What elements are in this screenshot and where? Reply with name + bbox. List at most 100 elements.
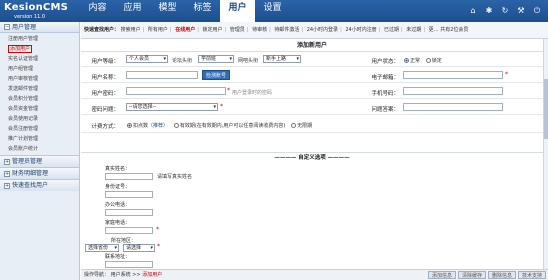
add-info-button[interactable]: 添加信息 <box>427 271 456 279</box>
realname-input[interactable] <box>105 173 153 180</box>
net-title-select[interactable]: 新手上路 <box>263 55 301 63</box>
footer-path[interactable]: 用户系统 <box>111 272 131 278</box>
scrollbar-thumb[interactable] <box>544 79 548 139</box>
sidebar-item[interactable]: 实名认证管理 <box>0 54 79 64</box>
app-name: KesionCMS <box>4 2 69 13</box>
status-normal-radio[interactable] <box>404 58 409 63</box>
subnav-item[interactable]: 待邮件激活 <box>274 27 299 33</box>
wrench-icon[interactable]: ⚒ <box>516 6 526 16</box>
tab-tags[interactable]: 标签 <box>185 0 220 22</box>
billing-points-end: ） <box>163 123 169 129</box>
subnav-item[interactable]: 更… <box>429 27 439 33</box>
city-select[interactable]: 请选择 <box>123 244 155 252</box>
billing-unlimited-radio[interactable] <box>291 123 297 128</box>
sidebar-item[interactable]: 推广计划管理 <box>0 134 79 144</box>
billing-period-radio[interactable] <box>173 123 179 128</box>
tab-models[interactable]: 模型 <box>150 0 185 22</box>
password-input[interactable] <box>126 87 226 95</box>
sidebar-item[interactable]: 会员使用记录 <box>0 114 79 124</box>
required-mark: * <box>227 87 230 94</box>
add-user-form: 添加新用户 用户等级： 个人会员 论坛头衔 学前班 网吧头衔 新手上路 用户状态… <box>81 39 543 269</box>
clear-cache-button[interactable]: 清除缓存 <box>457 271 486 279</box>
subnav-item[interactable]: 管理员 <box>230 27 245 33</box>
home-icon[interactable]: ⌂ <box>468 6 478 16</box>
row-username: 用户名称： 检测账号 电子邮箱： * <box>81 68 543 83</box>
logo: KesionCMS version 11.0 <box>4 2 68 20</box>
sidebar-item[interactable]: 注册用户管理 <box>0 34 79 44</box>
collapse-icon: − <box>4 24 10 30</box>
subnav-item[interactable]: 待审核 <box>252 27 267 33</box>
required-mark: * <box>505 71 508 78</box>
home-phone-label: 家庭电话： <box>105 220 131 226</box>
home-phone-input[interactable] <box>105 227 153 234</box>
custom-options-title: ———— 自定义选项 ———— <box>274 155 350 161</box>
footer-current: 添加用户 <box>142 272 163 278</box>
tab-settings[interactable]: 设置 <box>255 0 290 22</box>
username-input[interactable] <box>126 71 198 79</box>
delete-info-button[interactable]: 删除信息 <box>487 271 516 279</box>
footer-nav: 操作导航： 用户系统 >> 添加用户 添加信息 清除缓存 删除信息 技术支持 <box>81 269 548 280</box>
sidebar-head-label: 用户管理 <box>12 23 37 31</box>
tab-apps[interactable]: 应用 <box>115 0 150 22</box>
office-phone-input[interactable] <box>105 209 153 216</box>
expand-icon: + <box>4 170 10 177</box>
sidebar-item[interactable]: 会员资金管理 <box>0 104 79 114</box>
user-group-select[interactable]: 个人会员 <box>126 55 168 63</box>
sidebar-group-quickfind[interactable]: + 快速查找用户 <box>0 179 79 191</box>
star-icon[interactable]: ✱ <box>484 6 494 16</box>
billing-label: 计费方式： <box>91 124 119 130</box>
tech-support-button[interactable]: 技术支持 <box>517 271 546 279</box>
subnav-item[interactable]: 未过期 <box>406 27 421 33</box>
email-input[interactable] <box>403 71 503 79</box>
subnav-item[interactable]: 所有用户 <box>148 27 168 33</box>
required-mark: * <box>156 226 159 233</box>
password-hint: 用户登录时的密码 <box>232 90 273 96</box>
sidebar-group-label: 财务明细管理 <box>12 169 49 177</box>
province-select[interactable]: 选择省份 <box>85 244 119 252</box>
subnav-item[interactable]: 已过期 <box>384 27 399 33</box>
sidebar-item-add-user[interactable]: 添加用户 <box>0 44 79 54</box>
billing-points-radio[interactable] <box>127 123 132 128</box>
content-scrollbar[interactable] <box>543 39 548 269</box>
sidebar-head[interactable]: − 用户管理 <box>0 22 79 33</box>
subnav-item[interactable]: 搜索用户 <box>121 27 141 33</box>
answer-input[interactable] <box>403 103 503 111</box>
sidebar-item[interactable]: 用户组管理 <box>0 64 79 74</box>
idcard-input[interactable] <box>105 191 153 198</box>
status-locked-radio[interactable] <box>425 58 431 63</box>
subnav-item-online[interactable]: 在线用户 <box>175 27 195 33</box>
subnav-item[interactable]: 锁定用户 <box>203 27 223 33</box>
email-label: 电子邮箱： <box>371 75 399 81</box>
recommend-link[interactable]: 推荐 <box>153 123 163 129</box>
power-icon[interactable]: ⏻ <box>532 6 542 16</box>
forum-title-select[interactable]: 学前班 <box>198 55 234 63</box>
tab-users[interactable]: 用户 <box>220 0 255 22</box>
footer-label: 操作导航： <box>84 272 110 278</box>
subnav-item[interactable]: 24小时内登录 <box>307 27 338 33</box>
sidebar-item[interactable]: 会员账户统计 <box>0 144 79 154</box>
address-input[interactable] <box>105 261 153 268</box>
answer-label: 问题答案： <box>371 107 399 113</box>
sidebar-item[interactable]: 用户审核管理 <box>0 74 79 84</box>
sidebar-group-admin[interactable]: + 管理员管理 <box>0 155 79 167</box>
sidebar-item-label: 添加用户 <box>8 45 33 53</box>
sidebar-group-label: 快速查找用户 <box>12 181 49 189</box>
status-label: 用户状态： <box>371 59 399 65</box>
check-account-button[interactable]: 检测账号 <box>202 70 231 80</box>
idcard-label: 身份证号： <box>105 184 131 190</box>
refresh-icon[interactable]: ↻ <box>500 6 510 16</box>
sidebar-item[interactable]: 会员积分管理 <box>0 94 79 104</box>
expand-icon: + <box>4 182 10 189</box>
row-password: 用户密码： * 用户登录时的密码 手机号码： <box>81 84 543 99</box>
member-count: 共有2位会员 <box>440 27 469 33</box>
required-mark: * <box>220 103 223 110</box>
tab-content[interactable]: 内容 <box>80 0 115 22</box>
subnav-item[interactable]: 24小时内注册 <box>345 27 376 33</box>
billing-period-label: 有效期(在有效期内,用户可以任意阅读收费内容) <box>179 123 286 129</box>
sidebar-item[interactable]: 会员注册管理 <box>0 124 79 134</box>
group-label: 用户等级： <box>91 59 119 65</box>
sidebar-group-finance[interactable]: + 财务明细管理 <box>0 167 79 179</box>
sidebar-item[interactable]: 发送邮件管理 <box>0 84 79 94</box>
password-question-select[interactable]: --请您选择-- <box>126 103 218 111</box>
mobile-input[interactable] <box>403 87 503 95</box>
